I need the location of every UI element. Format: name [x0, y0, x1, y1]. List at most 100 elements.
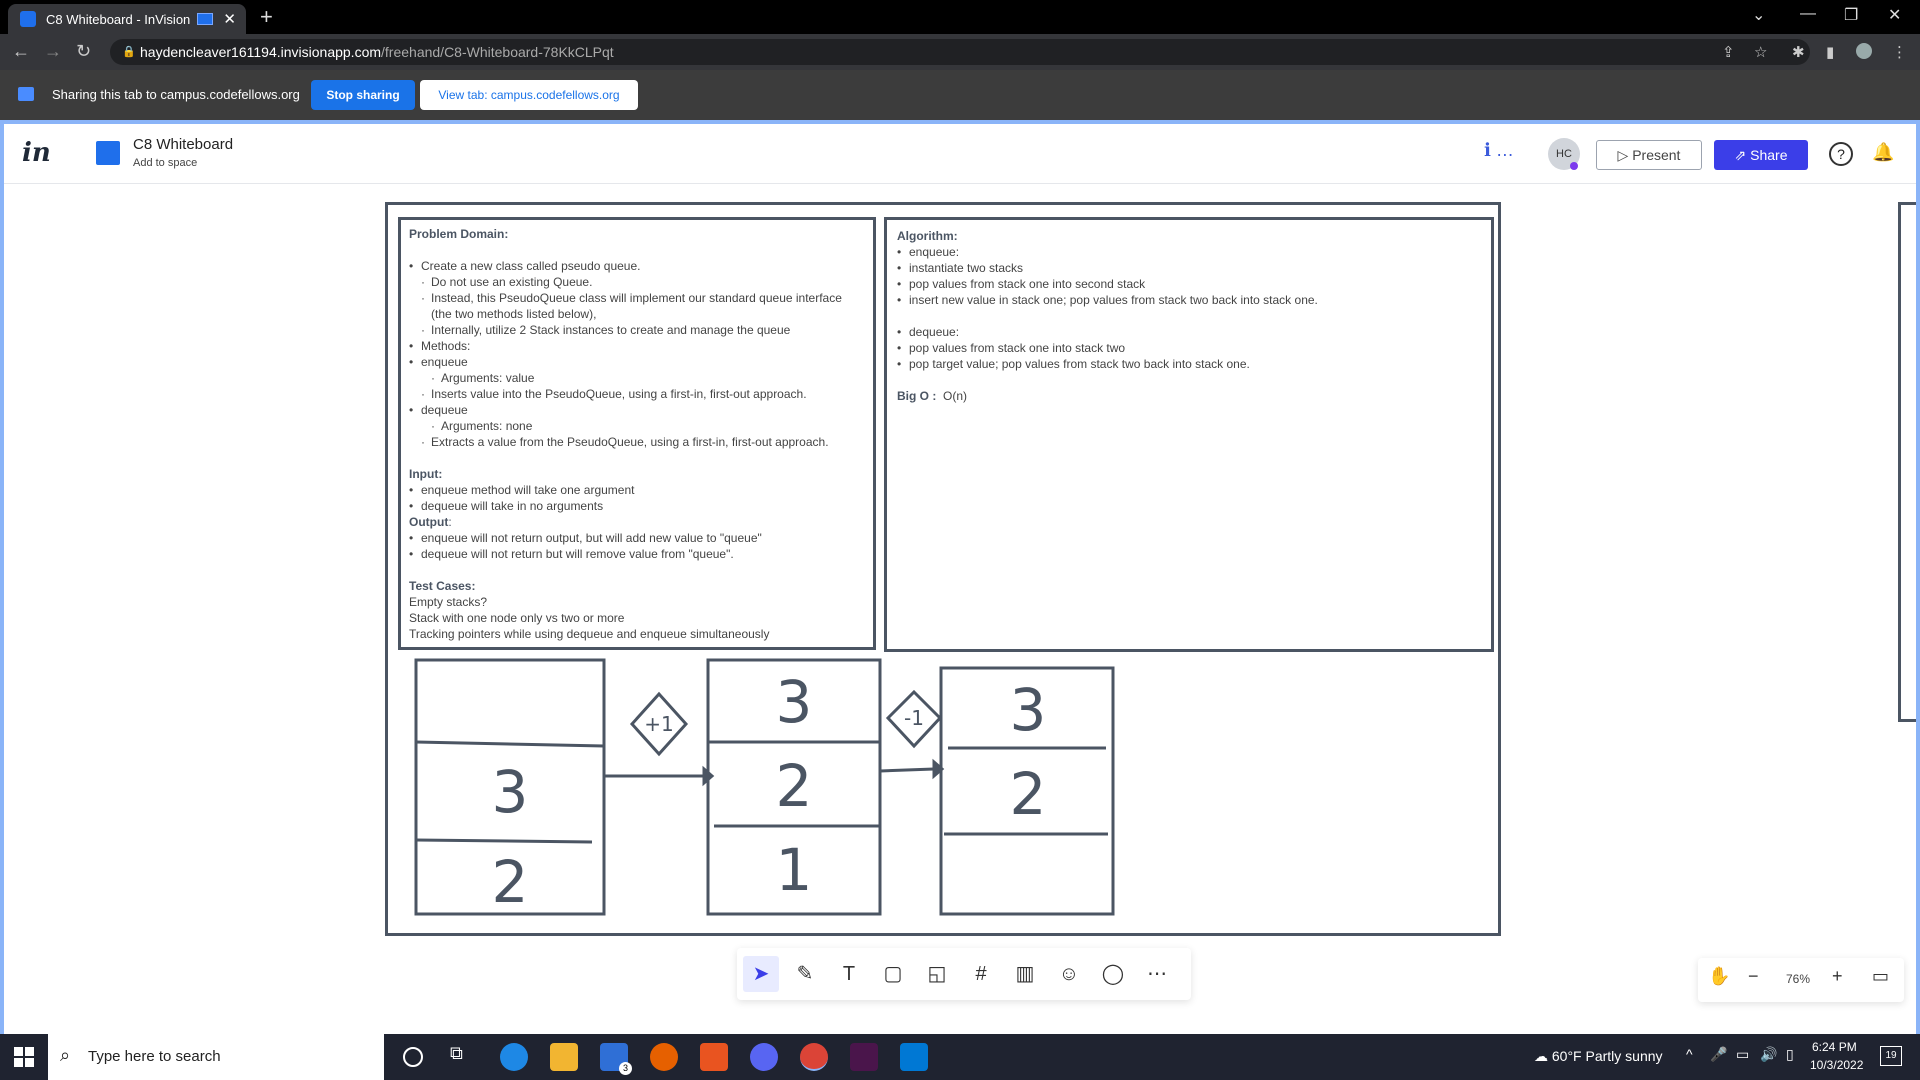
minimize-button[interactable]: — [1800, 5, 1816, 23]
stack-three-cell-2[interactable]: 2 [1010, 760, 1047, 828]
chart-icon[interactable]: ▥ [1007, 956, 1043, 992]
windows-taskbar: ⌕ Type here to search ⧉ 3 ☁ 60°F Partly … [0, 1034, 1920, 1080]
volume-icon[interactable]: 🔊 [1760, 1046, 1777, 1063]
sticker-icon[interactable]: ☺ [1051, 956, 1087, 992]
file-explorer-icon[interactable] [550, 1043, 578, 1071]
start-button[interactable] [14, 1047, 34, 1067]
hand-tool-icon[interactable]: ✋ [1708, 966, 1730, 987]
frame-icon[interactable]: # [963, 956, 999, 992]
share-label: Share [1750, 146, 1788, 163]
drawing-toolbar: ➤ ✎ T ▢ ◱ # ▥ ☺ ◯ ⋯ [737, 948, 1191, 1000]
task-view-icon[interactable]: ⧉ [450, 1043, 478, 1071]
stack-two-cell-3[interactable]: 1 [776, 836, 813, 904]
address-bar-row: ← → ↻ 🔒 haydencleaver161194.invisionapp.c… [0, 34, 1920, 70]
board-icon [96, 141, 120, 165]
extensions-icon[interactable]: ✱ [1792, 43, 1808, 61]
screen-share-indicator-icon [197, 13, 214, 25]
stack-one-cell-2[interactable]: 3 [492, 758, 529, 826]
minimap-icon[interactable]: ▭ [1872, 966, 1889, 987]
reload-button[interactable]: ↻ [76, 41, 91, 62]
screen-share-icon [18, 87, 34, 101]
stack-two-cell-1[interactable]: 3 [776, 668, 813, 736]
ubuntu-icon[interactable] [700, 1043, 728, 1071]
notification-count: 19 [1885, 1050, 1897, 1061]
arrow-two[interactable] [879, 767, 935, 773]
view-tab-button[interactable]: View tab: campus.codefellows.org [420, 80, 638, 110]
sharing-status-text: Sharing this tab to campus.codefellows.o… [52, 87, 300, 102]
zoom-in-button[interactable]: + [1832, 966, 1843, 987]
search-icon: ⌕ [60, 1045, 71, 1065]
tray-chevron-icon[interactable]: ^ [1686, 1046, 1693, 1062]
bookmark-star-icon[interactable]: ☆ [1754, 43, 1770, 61]
invision-favicon-icon [20, 11, 36, 27]
share-button[interactable]: ⇗ Share [1714, 140, 1808, 170]
zoom-level[interactable]: 76% [1786, 972, 1810, 986]
hand-drawing-layer[interactable]: 3 2 3 2 1 3 2 +1 -1 [4, 184, 1916, 1038]
whiteboard-canvas[interactable]: Problem Domain: Create a new class calle… [4, 184, 1916, 1038]
back-button[interactable]: ← [12, 41, 30, 62]
sticky-note-icon[interactable]: ◱ [919, 956, 955, 992]
side-panel-icon[interactable]: ▮ [1826, 43, 1842, 61]
tab-sharing-bar: Sharing this tab to campus.codefellows.o… [0, 70, 1920, 120]
comment-icon[interactable]: ◯ [1095, 956, 1131, 992]
dequeue-diamond-label: -1 [904, 706, 924, 730]
taskbar-search-box[interactable]: ⌕ Type here to search [48, 1034, 384, 1080]
notifications-bell-icon[interactable]: 🔔 [1872, 142, 1894, 163]
select-icon[interactable]: ➤ [743, 956, 779, 992]
stack-three-cell-1[interactable]: 3 [1010, 676, 1047, 744]
url-host: haydencleaver161194.invisionapp.com [140, 44, 382, 60]
online-status-dot [1570, 162, 1578, 170]
present-label: Present [1632, 146, 1681, 163]
battery-icon[interactable]: ▯ [1786, 1046, 1794, 1063]
new-tab-button[interactable]: + [260, 4, 273, 30]
mail-badge: 3 [619, 1062, 632, 1075]
url-path: /freehand/C8-Whiteboard-78KkCLPqt [381, 44, 614, 60]
vscode-icon[interactable] [900, 1043, 928, 1071]
invision-app: in C8 Whiteboard Add to space ℹ … HC ▷ P… [0, 120, 1920, 1038]
restore-button[interactable]: ❐ [1844, 5, 1858, 25]
stop-sharing-button[interactable]: Stop sharing [311, 80, 415, 110]
discord-icon[interactable] [750, 1043, 778, 1071]
invision-logo[interactable]: in [22, 138, 51, 168]
text-icon[interactable]: T [831, 956, 867, 992]
close-tab-icon[interactable]: ✕ [223, 10, 236, 28]
forward-button[interactable]: → [44, 41, 62, 62]
close-window-button[interactable]: ✕ [1888, 5, 1901, 25]
weather-text: 60°F Partly sunny [1551, 1048, 1663, 1064]
share-page-icon[interactable]: ⇪ [1722, 43, 1738, 61]
firefox-icon[interactable] [650, 1043, 678, 1071]
info-menu-icon[interactable]: ℹ … [1484, 140, 1514, 161]
pencil-icon[interactable]: ✎ [787, 956, 823, 992]
tab-title: C8 Whiteboard - InVision [46, 11, 191, 27]
chrome-icon[interactable] [800, 1043, 828, 1071]
enqueue-diamond-label: +1 [644, 712, 673, 736]
microphone-icon[interactable]: 🎤 [1710, 1046, 1727, 1063]
browser-tab[interactable]: C8 Whiteboard - InVision ✕ [8, 4, 246, 34]
weather-widget[interactable]: ☁ 60°F Partly sunny [1534, 1048, 1663, 1065]
taskbar-search-placeholder: Type here to search [88, 1048, 221, 1065]
network-icon[interactable]: ▭ [1736, 1046, 1749, 1063]
app-header: in C8 Whiteboard Add to space ℹ … HC ▷ P… [4, 124, 1916, 184]
slack-icon[interactable] [850, 1043, 878, 1071]
browser-menu-icon[interactable]: ⋮ [1892, 43, 1908, 61]
stack-one-cell-3[interactable]: 2 [492, 848, 529, 916]
mail-icon[interactable]: 3 [600, 1043, 632, 1075]
zoom-controls: ✋ − 76% + ▭ [1698, 958, 1904, 1002]
cortana-icon[interactable] [403, 1047, 423, 1067]
help-icon[interactable]: ? [1829, 142, 1853, 166]
tab-search-icon[interactable]: ⌄ [1752, 5, 1765, 25]
url-field[interactable]: 🔒 haydencleaver161194.invisionapp.com/fre… [110, 39, 1810, 65]
clock-time[interactable]: 6:24 PM [1812, 1040, 1857, 1054]
clock-date[interactable]: 10/3/2022 [1810, 1058, 1863, 1072]
stack-two-cell-2[interactable]: 2 [776, 752, 813, 820]
notification-center-icon[interactable]: 19 [1880, 1046, 1902, 1066]
rectangle-icon[interactable]: ▢ [875, 956, 911, 992]
present-button[interactable]: ▷ Present [1596, 140, 1702, 170]
profile-avatar[interactable] [1856, 43, 1872, 59]
lock-icon: 🔒 [122, 46, 136, 58]
add-to-space-link[interactable]: Add to space [133, 157, 197, 169]
zoom-out-button[interactable]: − [1748, 966, 1759, 987]
board-title[interactable]: C8 Whiteboard [133, 136, 233, 153]
more-icon[interactable]: ⋯ [1139, 956, 1175, 992]
edge-icon[interactable] [500, 1043, 528, 1071]
